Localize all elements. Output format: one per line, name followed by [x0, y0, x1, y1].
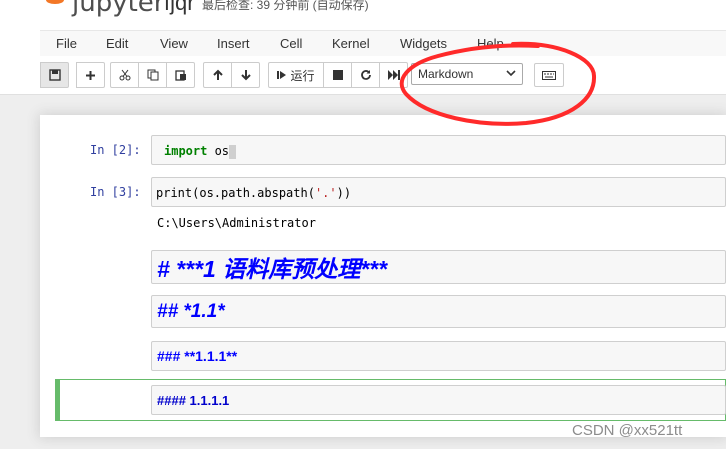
paste-icon — [174, 70, 186, 81]
jupyter-logo-icon — [44, 0, 66, 14]
insert-group — [76, 62, 105, 88]
header: jupyter fjqr 最后检查: 39 分钟前 (自动保存) File Ed… — [0, 0, 726, 95]
menu-edit[interactable]: Edit — [106, 36, 128, 51]
restart-button[interactable] — [351, 62, 380, 88]
code-cell[interactable]: In [2]: import os — [40, 135, 726, 165]
floppy-disk-icon — [48, 69, 61, 81]
cell-output: C:\Users\Administrator — [157, 216, 316, 230]
scissors-icon — [119, 69, 130, 81]
markdown-cell-h2[interactable]: ## *1.1* — [151, 295, 726, 328]
stop-icon — [332, 70, 343, 80]
markdown-cell-h1[interactable]: # ***1 语料库预处理*** — [151, 250, 726, 284]
copy-button[interactable] — [138, 62, 167, 88]
watermark: CSDN @xx521tt — [572, 422, 683, 439]
run-label: 运行 — [290, 68, 315, 83]
menu-insert[interactable]: Insert — [217, 36, 250, 51]
save-button[interactable] — [40, 62, 69, 88]
menubar: File Edit View Insert Cell Kernel Widget… — [40, 30, 726, 56]
notebook-name[interactable]: fjqr — [164, 0, 195, 16]
menu-kernel[interactable]: Kernel — [332, 36, 370, 51]
text-cursor — [229, 144, 237, 159]
run-group: 运行 — [268, 62, 408, 88]
code-cell[interactable]: In [3]: print(os.path.abspath('.')) C:\U… — [40, 177, 726, 237]
code-string: '.' — [314, 186, 337, 200]
move-up-button[interactable] — [203, 62, 232, 88]
interrupt-button[interactable] — [323, 62, 352, 88]
code-input[interactable]: import os — [151, 135, 726, 165]
markdown-cell-h4[interactable]: #### 1.1.1.1 — [151, 385, 726, 415]
logo-text: jupyter — [72, 0, 165, 18]
move-group — [203, 62, 260, 88]
notebook-container: In [2]: import os In [3]: print(os.path.… — [40, 115, 726, 437]
jupyter-logo[interactable]: jupyter — [44, 0, 164, 18]
refresh-icon — [360, 70, 371, 80]
plus-icon — [86, 70, 95, 80]
menu-cell[interactable]: Cell — [280, 36, 302, 51]
arrow-up-icon — [212, 69, 223, 80]
run-button[interactable]: 运行 — [268, 62, 324, 88]
code-keyword: import — [164, 144, 208, 158]
red-annotation-circle — [399, 41, 597, 126]
step-forward-icon — [277, 71, 287, 79]
input-prompt: In [2]: — [90, 143, 141, 157]
save-group — [40, 62, 69, 88]
code-text: )) — [336, 186, 352, 200]
copy-icon — [147, 69, 158, 81]
paste-button[interactable] — [166, 62, 195, 88]
input-prompt: In [3]: — [90, 185, 141, 199]
edit-group — [110, 62, 195, 88]
menu-file[interactable]: File — [56, 36, 77, 51]
save-status: 最后检查: 39 分钟前 (自动保存) — [202, 0, 369, 12]
move-down-button[interactable] — [231, 62, 260, 88]
code-input[interactable]: print(os.path.abspath('.')) — [151, 177, 726, 207]
cut-button[interactable] — [110, 62, 139, 88]
code-text: os — [207, 144, 230, 158]
header-divider — [0, 94, 726, 95]
markdown-cell-h3[interactable]: ### **1.1.1** — [151, 341, 726, 371]
menu-view[interactable]: View — [160, 36, 188, 51]
insert-cell-button[interactable] — [76, 62, 105, 88]
code-text: print(os.path.abspath( — [156, 186, 315, 200]
arrow-down-icon — [240, 70, 251, 81]
